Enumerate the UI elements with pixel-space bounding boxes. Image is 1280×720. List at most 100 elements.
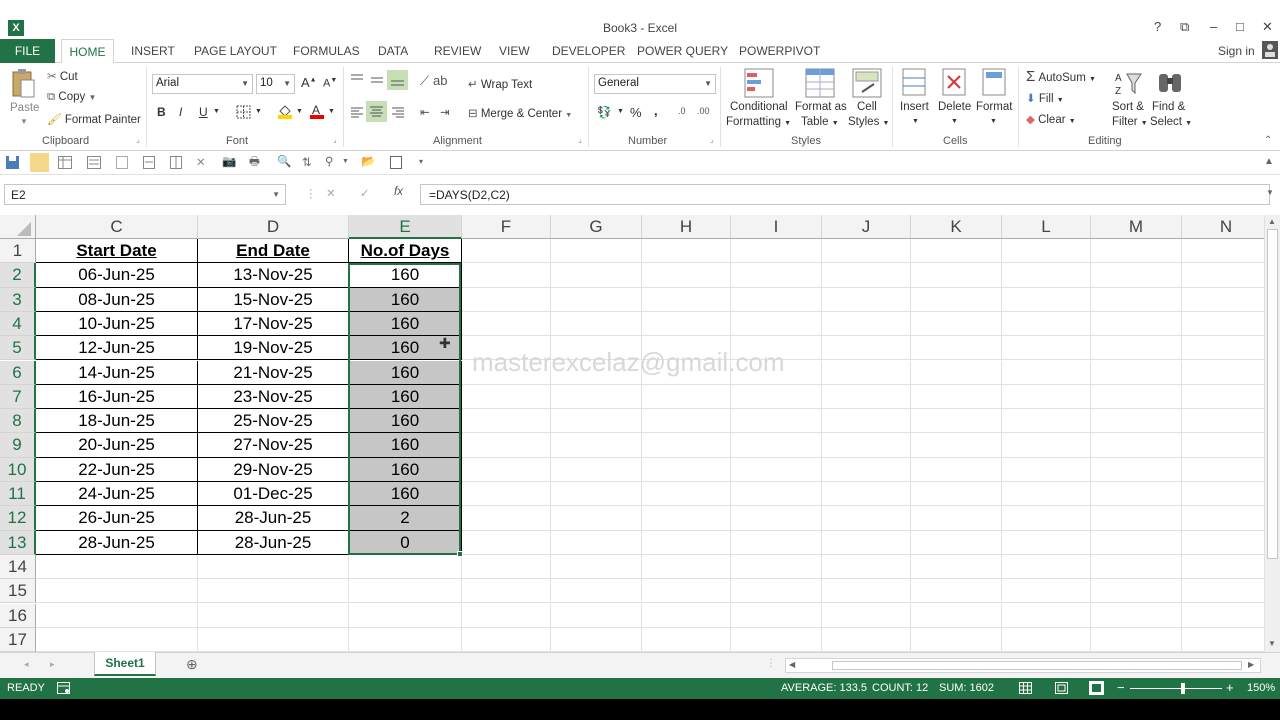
underline-button[interactable]: U [199,105,208,119]
empty-cell[interactable] [1182,482,1264,507]
empty-cell[interactable] [1182,409,1264,434]
vertical-scroll-thumb[interactable] [1267,229,1278,559]
empty-cell[interactable] [551,530,642,555]
table-cell[interactable]: 19-Nov-25 [198,336,349,361]
empty-cell[interactable] [1091,263,1182,288]
column-header-i[interactable]: I [731,215,822,239]
increase-font-icon[interactable]: A▲ [301,75,317,90]
empty-cell[interactable] [551,239,642,264]
empty-cell[interactable] [551,482,642,507]
empty-cell[interactable] [462,239,551,264]
align-middle-icon[interactable] [369,73,385,90]
empty-cell[interactable] [462,409,551,434]
tab-split-handle-icon[interactable]: ⋮ [766,658,776,669]
row-header-10[interactable]: 10 [0,457,36,482]
format-as-table-icon[interactable] [805,68,835,101]
empty-cell[interactable] [551,627,642,652]
format-painter-button[interactable]: 🖌 Format Painter [47,112,141,126]
empty-cell[interactable] [822,579,911,604]
empty-cell[interactable] [198,554,349,580]
magnifier-dropdown-icon[interactable]: ▼ [342,158,349,165]
table-cell[interactable]: 23-Nov-25 [198,384,349,410]
empty-cell[interactable] [1091,409,1182,434]
empty-cell[interactable] [551,409,642,434]
table-cell[interactable]: 21-Nov-25 [198,360,349,385]
empty-cell[interactable] [642,506,731,531]
table-cell[interactable]: 15-Nov-25 [198,287,349,312]
empty-cell[interactable] [822,627,911,652]
table-cell[interactable]: 10-Jun-25 [36,311,198,337]
row-header-8[interactable]: 8 [0,409,36,434]
empty-cell[interactable] [462,384,551,410]
cell-styles-icon[interactable] [852,68,882,101]
empty-cell[interactable] [462,554,551,580]
align-center-icon[interactable] [366,101,387,122]
worksheet-grid[interactable]: CDEFGHIJKLMN 1 2 3 4 5 6 7 8 9 10 11 12 13 14 15 16 17 S… [0,215,1264,652]
empty-cell[interactable] [198,603,349,628]
orientation-icon[interactable]: ⟋ [420,73,429,89]
table-icon[interactable] [58,156,72,172]
table-cell[interactable]: 160 [349,384,462,410]
merge-center-button[interactable]: ⊟ Merge & Center ▼ [468,106,572,120]
empty-cell[interactable] [1002,311,1091,337]
tab-developer[interactable]: DEVELOPER [552,44,625,58]
comma-style-button[interactable]: , [654,103,658,118]
insert-cells-icon[interactable] [902,68,926,101]
table-cell[interactable]: 160 [349,482,462,507]
sheet-prev-icon[interactable]: ◂ [24,659,29,670]
tab-powerpivot[interactable]: POWERPIVOT [739,44,820,58]
underline-dropdown-icon[interactable]: ▼ [213,108,220,115]
empty-cell[interactable] [911,287,1002,312]
find-select-label-2[interactable]: Select ▼ [1150,116,1192,128]
empty-cell[interactable] [349,579,462,604]
empty-cell[interactable] [1182,361,1264,385]
table-cell[interactable]: 06-Jun-25 [36,263,198,288]
empty-cell[interactable] [822,311,911,337]
zoom-in-icon[interactable]: + [1226,680,1234,695]
user-icon[interactable] [1262,41,1278,62]
empty-cell[interactable] [822,360,911,385]
empty-cell[interactable] [1002,409,1091,434]
table-cell[interactable]: 28-Jun-25 [198,506,349,531]
tab-home[interactable]: HOME [61,39,114,64]
zoom-slider-track[interactable] [1130,688,1222,689]
expand-formula-icon[interactable]: ▼ [1266,188,1274,197]
empty-cell[interactable] [36,579,198,604]
empty-cell[interactable] [551,506,642,531]
column-header-d[interactable]: D [198,215,349,239]
align-bottom-icon[interactable] [387,70,408,90]
column-header-e[interactable]: E [349,215,462,239]
empty-cell[interactable] [1002,457,1091,482]
empty-cell[interactable] [911,384,1002,410]
column-header-c[interactable]: C [36,215,198,239]
empty-cell[interactable] [642,530,731,555]
decrease-font-icon[interactable]: A▼ [323,77,337,90]
empty-cell[interactable] [642,239,731,264]
delete-label[interactable]: Delete [938,101,971,113]
magnifier-icon[interactable]: ⚲ [325,154,333,168]
empty-cell[interactable] [1182,433,1264,458]
cancel-entry-icon[interactable]: ✕ [326,186,336,200]
tab-power-query[interactable]: POWER QUERY [637,44,728,58]
empty-cell[interactable] [1091,336,1182,361]
scroll-down-icon[interactable]: ▼ [1268,639,1276,648]
row-header-14[interactable]: 14 [0,554,36,580]
tab-data[interactable]: DATA [378,44,408,58]
empty-cell[interactable] [731,579,822,604]
empty-cell[interactable] [1091,554,1182,580]
formula-input[interactable]: =DAYS(D2,C2) [420,184,1270,205]
empty-cell[interactable] [731,409,822,434]
empty-cell[interactable] [551,579,642,604]
empty-cell[interactable] [911,627,1002,652]
delete-cells-icon[interactable] [942,68,966,101]
empty-cell[interactable] [822,433,911,458]
page-break-icon[interactable] [143,156,155,172]
horizontal-scrollbar[interactable]: ◀ ▶ [785,658,1261,673]
empty-cell[interactable] [822,263,911,288]
column-header-g[interactable]: G [551,215,642,239]
status-sum[interactable]: SUM: 1602 [939,682,994,694]
tab-review[interactable]: REVIEW [434,44,481,58]
scroll-up-icon[interactable]: ▲ [1268,217,1276,226]
sort-filter-label-2[interactable]: Filter ▼ [1112,116,1148,128]
empty-cell[interactable] [731,482,822,507]
